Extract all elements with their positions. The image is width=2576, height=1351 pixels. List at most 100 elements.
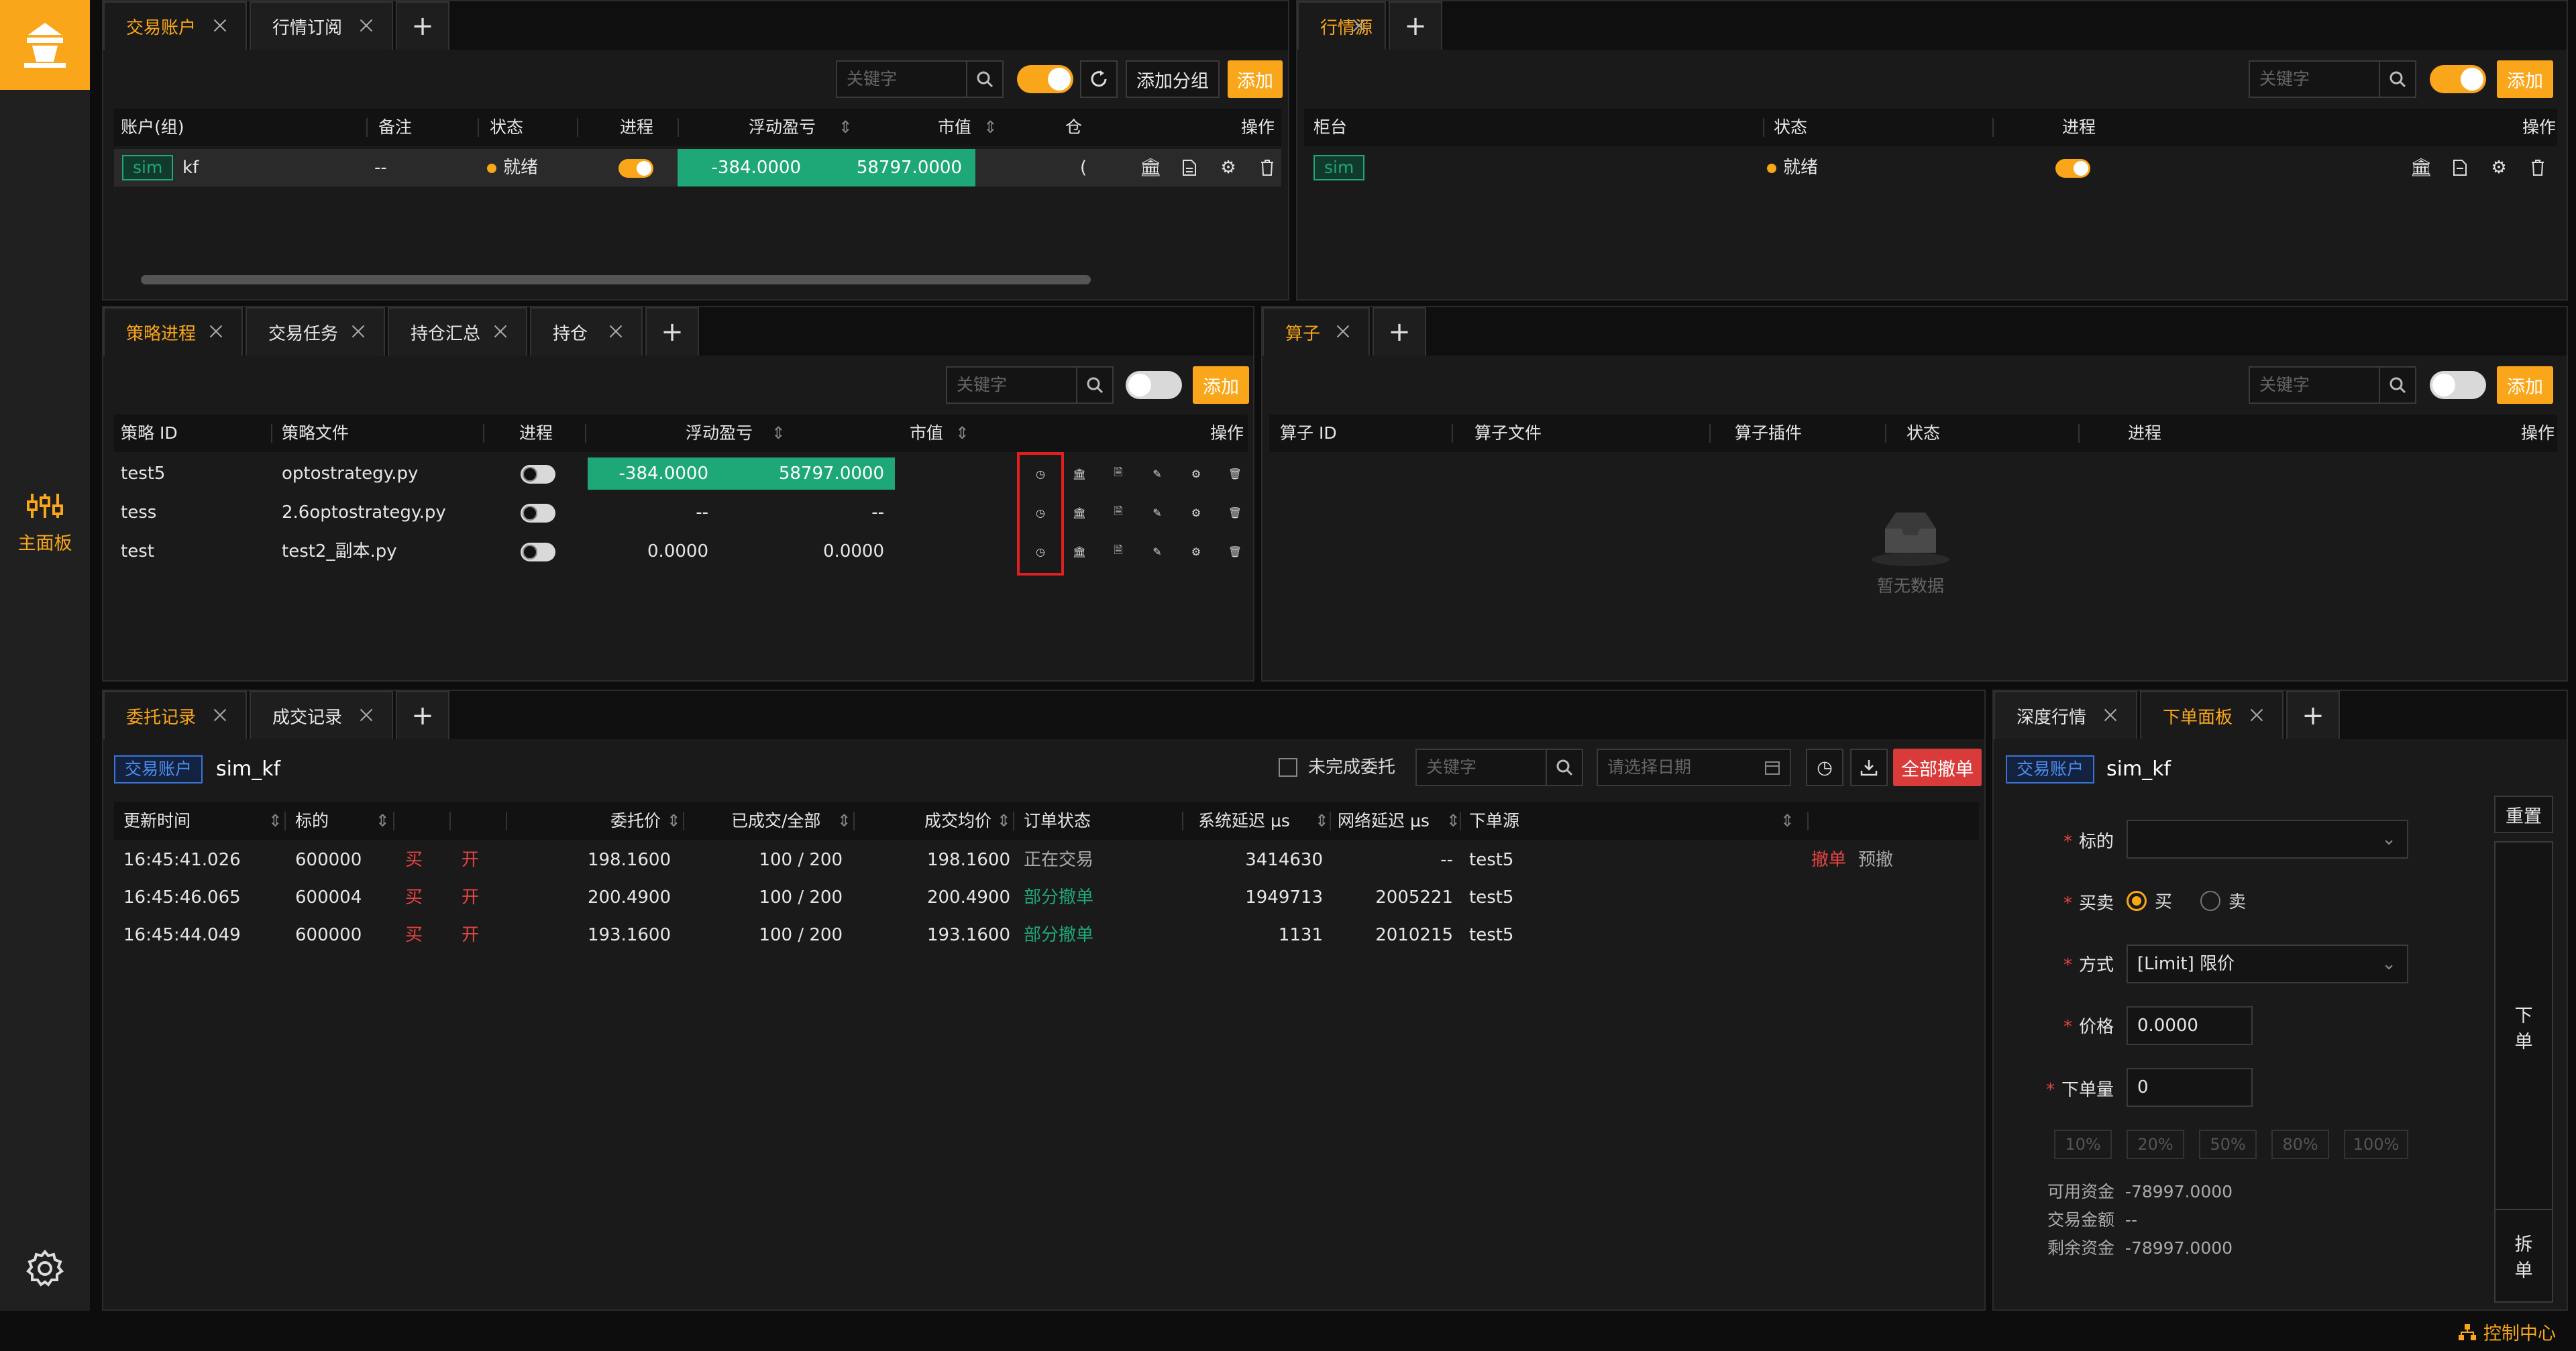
tab-operator[interactable]: 算子 [1263, 307, 1370, 356]
tab-trade-task[interactable]: 交易任务 [246, 307, 385, 356]
close-icon[interactable] [358, 707, 374, 723]
edit-icon[interactable]: ✎ [1138, 506, 1177, 519]
pct-10-button[interactable]: 10% [2054, 1130, 2112, 1159]
search-box[interactable]: 关键字 [2249, 366, 2416, 404]
col-pnl[interactable]: 浮动盈亏 [749, 109, 816, 146]
close-icon[interactable] [212, 17, 228, 34]
process-toggle[interactable] [521, 542, 555, 561]
col-order-source[interactable]: 下单源 [1469, 802, 1519, 840]
tab-depth-market[interactable]: 深度行情 [1994, 691, 2137, 739]
tab-market-subscription[interactable]: 行情订阅 [250, 1, 393, 50]
add-tab-button[interactable]: + [396, 1, 449, 50]
calendar-icon[interactable] [1755, 750, 1790, 785]
document-icon[interactable] [2440, 159, 2479, 176]
nav-main-panel[interactable]: 主面板 [0, 470, 90, 577]
trash-icon[interactable]: 🗑 [1216, 506, 1253, 519]
col-update-time[interactable]: 更新时间 [123, 802, 191, 840]
history-icon[interactable]: ◷ [1021, 506, 1060, 519]
close-icon[interactable] [1335, 323, 1351, 339]
add-button[interactable]: 添加 [1193, 366, 1249, 404]
search-icon[interactable] [967, 62, 1002, 97]
app-logo[interactable] [0, 0, 90, 90]
search-input[interactable]: 关键字 [837, 62, 967, 97]
col-system-latency[interactable]: 系统延迟 μs [1198, 802, 1290, 840]
sort-icon[interactable]: ⇕ [771, 415, 786, 452]
tab-position-summary[interactable]: 持仓汇总 [388, 307, 527, 356]
sort-icon[interactable]: ⇕ [983, 109, 998, 146]
close-icon[interactable] [2249, 707, 2265, 723]
sort-icon[interactable]: ⇕ [1446, 802, 1460, 840]
method-select[interactable]: [Limit] 限价 ⌄ [2127, 944, 2408, 983]
col-pnl[interactable]: 浮动盈亏 [686, 415, 753, 452]
search-box[interactable]: 关键字 [2249, 60, 2416, 98]
col-filled-total[interactable]: 已成交/全部 [731, 802, 820, 840]
unfinished-checkbox[interactable] [1279, 758, 1297, 777]
tab-order-panel[interactable]: 下单面板 [2140, 691, 2284, 739]
pct-100-button[interactable]: 100% [2344, 1130, 2408, 1159]
bank-icon[interactable]: 🏛 [1131, 158, 1170, 178]
bank-icon[interactable]: 🏛 [1060, 468, 1099, 480]
process-toggle[interactable] [521, 503, 555, 523]
symbol-select[interactable]: ⌄ [2127, 820, 2408, 859]
close-icon[interactable] [212, 707, 228, 723]
col-market-value[interactable]: 市值 [910, 415, 943, 452]
tab-strategy-process[interactable]: 策略进程 [103, 307, 243, 356]
sort-icon[interactable]: ⇕ [268, 802, 282, 840]
cancel-all-button[interactable]: 全部撤单 [1893, 749, 1982, 786]
table-row[interactable]: 16:45:44.049 600000 买 开 193.1600 100 / 2… [114, 916, 1979, 954]
pct-20-button[interactable]: 20% [2127, 1130, 2184, 1159]
show-toggle[interactable] [2430, 371, 2486, 399]
tab-order-records[interactable]: 委托记录 [103, 691, 247, 739]
add-tab-button[interactable]: + [645, 307, 699, 356]
search-box[interactable]: 关键字 [836, 60, 1004, 98]
tab-trade-records[interactable]: 成交记录 [250, 691, 393, 739]
table-row[interactable]: 16:45:46.065 600004 买 开 200.4900 100 / 2… [114, 879, 1979, 916]
pct-80-button[interactable]: 80% [2271, 1130, 2329, 1159]
sort-icon[interactable]: ⇕ [1780, 802, 1794, 840]
pre-cancel-link[interactable]: 预撤 [1858, 841, 1893, 879]
gear-icon[interactable]: ⚙ [1177, 468, 1216, 480]
document-icon[interactable]: 🗎 [1099, 543, 1138, 561]
trash-icon[interactable] [1248, 159, 1287, 176]
gear-icon[interactable]: ⚙ [1209, 158, 1248, 178]
add-button[interactable]: 添加 [2497, 366, 2553, 404]
gear-icon[interactable]: ⚙ [2479, 158, 2518, 178]
close-icon[interactable] [208, 323, 224, 339]
sort-icon[interactable]: ⇕ [837, 802, 851, 840]
add-button[interactable]: 添加 [2497, 60, 2553, 98]
close-icon[interactable] [492, 323, 508, 339]
date-picker[interactable]: 请选择日期 [1597, 749, 1791, 786]
split-order-button[interactable]: 拆 单 [2494, 1209, 2553, 1303]
edit-icon[interactable]: ✎ [1138, 545, 1177, 558]
add-tab-button[interactable]: + [1373, 307, 1426, 356]
close-icon[interactable] [350, 323, 366, 339]
process-toggle[interactable] [619, 158, 653, 178]
sort-icon[interactable]: ⇕ [376, 802, 390, 840]
close-icon[interactable] [358, 17, 374, 34]
buy-radio[interactable] [2127, 890, 2147, 911]
col-market-value[interactable]: 市值 [938, 109, 971, 146]
history-button[interactable]: ◷ [1806, 749, 1843, 786]
add-tab-button[interactable]: + [1389, 1, 1442, 50]
search-icon[interactable] [1547, 750, 1582, 785]
settings-gear-icon[interactable] [25, 1249, 64, 1288]
table-row[interactable]: 16:45:41.026 600000 买 开 198.1600 100 / 2… [114, 841, 1979, 879]
document-icon[interactable]: 🗎 [1099, 465, 1138, 483]
sort-icon[interactable]: ⇕ [997, 802, 1011, 840]
tab-market-source[interactable]: 行情源 [1297, 1, 1386, 50]
control-center-link[interactable]: 控制中心 [2458, 1319, 2556, 1345]
bank-icon[interactable]: 🏛 [2402, 158, 2440, 178]
sort-icon[interactable]: ⇕ [667, 802, 681, 840]
place-order-button[interactable]: 下 单 [2494, 841, 2553, 1213]
cancel-order-link[interactable]: 撤单 [1811, 841, 1846, 879]
close-icon[interactable] [2102, 707, 2118, 723]
show-toggle[interactable] [1126, 371, 1182, 399]
trash-icon[interactable] [2518, 159, 2557, 176]
pct-50-button[interactable]: 50% [2199, 1130, 2257, 1159]
sort-icon[interactable]: ⇕ [955, 415, 969, 452]
add-tab-button[interactable]: + [396, 691, 449, 739]
show-toggle[interactable] [1017, 65, 1073, 93]
edit-icon[interactable]: ✎ [1138, 468, 1177, 480]
search-box[interactable]: 关键字 [946, 366, 1114, 404]
add-tab-button[interactable]: + [2286, 691, 2340, 739]
